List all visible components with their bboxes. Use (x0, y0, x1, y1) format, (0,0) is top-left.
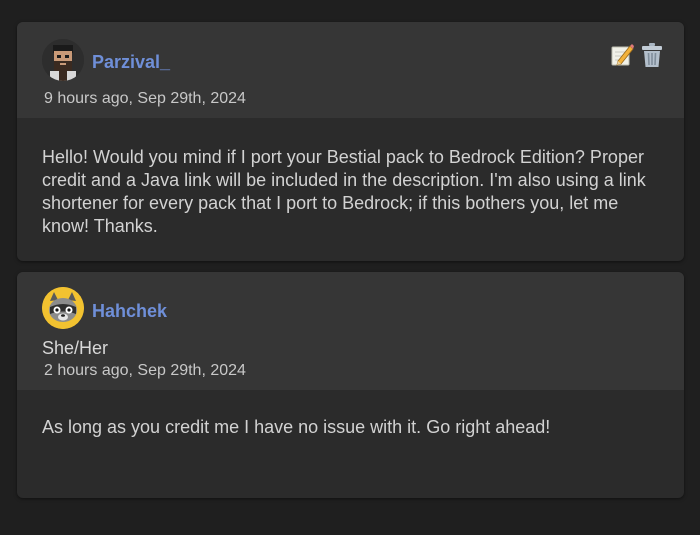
comment-actions (610, 42, 664, 68)
bearded-man-avatar[interactable] (42, 39, 84, 81)
trash-icon[interactable] (640, 42, 664, 68)
comment-body: As long as you credit me I have no issue… (42, 417, 551, 437)
edit-icon[interactable] (610, 42, 634, 68)
username[interactable]: Hahchek (92, 301, 167, 322)
comment-card: Parzival_ 9 hours ago, Sep 29th, 2024 He… (17, 22, 684, 261)
comment-body: Hello! Would you mind if I port your Bes… (42, 147, 646, 236)
raccoon-avatar[interactable] (42, 287, 84, 329)
pronouns: She/Her (42, 338, 109, 358)
timestamp: 9 hours ago, Sep 29th, 2024 (44, 90, 246, 107)
avatar-icon (42, 287, 84, 329)
username[interactable]: Parzival_ (92, 52, 170, 73)
timestamp: 2 hours ago, Sep 29th, 2024 (44, 362, 246, 379)
comment-card: Hahchek She/Her 2 hours ago, Sep 29th, 2… (17, 272, 684, 498)
avatar-icon (42, 39, 84, 81)
